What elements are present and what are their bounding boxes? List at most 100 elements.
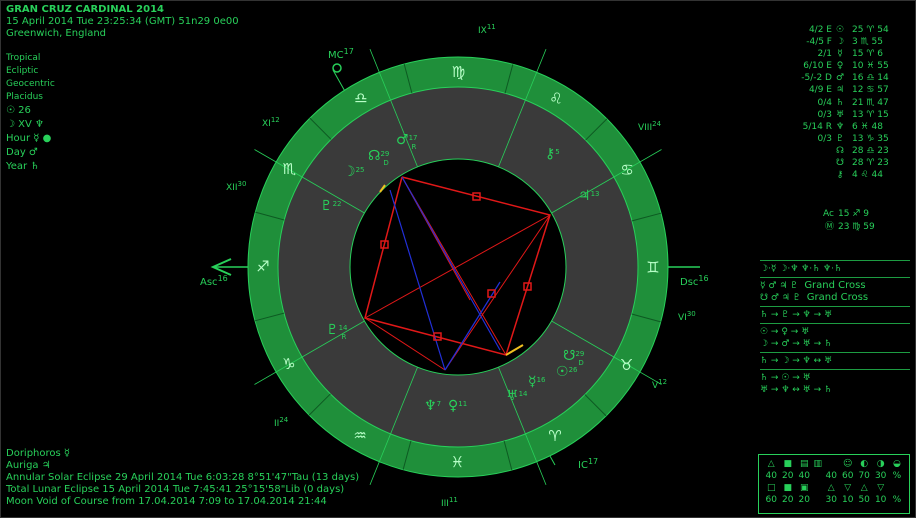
planet-position-row: 4/2 E ☉ 25 ♈ 54 (790, 24, 910, 36)
aspect-pattern: ☋ ♂ ♃ ♇ Grand Cross (760, 292, 910, 304)
position-cell: ☊ (836, 145, 844, 156)
fixed-star-info: Doriphoros ☿ (6, 448, 71, 459)
stats-cell: △ (767, 459, 775, 469)
pattern-planets: ☋ ♂ ♃ ♇ (760, 293, 801, 303)
zodiac-sign-glyph: ♒ (353, 427, 366, 445)
constellation-info: Auriga ♃ (6, 460, 51, 471)
zodiac-sign-glyph: ♏ (283, 160, 297, 178)
position-cell: 10 ♓ 55 (852, 61, 889, 72)
position-cell: 0/3 (817, 133, 832, 144)
position-cell: 4/2 E (808, 25, 832, 35)
position-cell: ♄ (835, 97, 845, 108)
stats-cell (812, 470, 823, 482)
position-cell: 15 ♈ 6 (852, 49, 883, 60)
stats-cell: 30 (825, 495, 837, 505)
stats-cell: □ (766, 483, 776, 493)
chart-wheel[interactable]: ♈ ♉ ♊ ♋ ♌ ♍ ♎ ♏ ♐ ♑ ♒ ♓ Asc16 Dsc16 MC17 IC17 II24 I… (0, 0, 760, 518)
aspect-chain: ☉ → ♀ → ♅ (760, 327, 810, 337)
stats-cell: % (892, 495, 902, 505)
stats-row: □ ■ ▣ △ ▽ △ ▽ (763, 482, 905, 494)
zodiac-sign-glyph: ♍ (452, 63, 465, 81)
zodiac-sign-glyph: ♊ (646, 259, 659, 277)
divider (760, 277, 910, 278)
position-cell: 3 ♏ 55 (852, 37, 883, 48)
position-cell: ♆ (835, 121, 845, 132)
position-cell: -4/5 F (806, 37, 832, 48)
planet-position-row: -4/5 F ☽ 3 ♏ 55 (790, 36, 910, 48)
aspect-chain: ♄ → ☉ → ♅ (760, 373, 811, 383)
position-cell: Ⓜ (824, 222, 834, 232)
position-cell: 21 ♏ 47 (852, 97, 889, 108)
stats-cell: 40 (825, 471, 837, 481)
divider (760, 369, 910, 370)
position-cell (790, 169, 832, 181)
element-modality-stats: △ ■ ▤ ▥ ☺ ◐ ◑ ◒ 40 20 40 40 60 70 30% □ ■ ▣ △ ▽ △ ▽ 60 20 20 30 10… (758, 454, 910, 514)
zodiac-sign-glyph: ♉ (620, 356, 633, 374)
position-cell: 5/14 R (802, 121, 832, 132)
mc-label: MC17 (328, 47, 354, 61)
stats-row: △ ■ ▤ ▥ ☺ ◐ ◑ ◒ (763, 458, 905, 470)
ic-label: IC17 (578, 457, 598, 471)
stats-cell: ◑ (876, 459, 885, 469)
stats-cell: ▽ (844, 483, 852, 493)
position-cell: 25 ♈ 54 (852, 25, 889, 35)
chart-footer: Doriphoros ☿ Auriga ♃ Annular Solar Ecli… (6, 448, 359, 508)
position-cell: 23 ♍ 59 (838, 222, 875, 232)
divider (760, 260, 910, 261)
stats-cell (823, 458, 839, 470)
aspect-chain: ♄ → ♇ → ♆ → ♅ (760, 310, 833, 320)
divider (760, 352, 910, 353)
position-cell: 28 ♈ 23 (852, 158, 889, 169)
position-cell: 2/1 (817, 49, 832, 60)
pattern-list: ☿ ♂ ♃ ♇ Grand Cross ☋ ♂ ♃ ♇ Grand Cross (760, 280, 910, 304)
house-number-label: II24 (274, 416, 289, 429)
moon-void-info: Moon Void of Course from 17.04.2014 7:09… (6, 496, 327, 507)
position-cell: 28 ♎ 23 (852, 145, 889, 156)
stats-cell: 40 (765, 471, 777, 481)
stats-cell: 30 (874, 471, 887, 481)
position-cell: 12 ♋ 57 (852, 85, 889, 96)
planet-position-row: ☊ 28 ♎ 23 (790, 145, 910, 157)
position-cell (790, 157, 832, 169)
position-cell: 0/3 (817, 109, 832, 120)
house-number-label: III11 (441, 496, 458, 509)
position-cell: 6 ♓ 48 (852, 121, 883, 132)
stats-cell: ◒ (893, 459, 901, 469)
stats-cell: 20 (782, 495, 794, 505)
stats-cell: △ (860, 483, 868, 493)
house-number-label: VIII24 (638, 120, 662, 133)
position-cell: Ac (823, 209, 834, 219)
stats-cell: ☺ (843, 459, 853, 469)
divider (760, 306, 910, 307)
stats-cell: 50 (858, 495, 870, 505)
stats-cell: 40 (798, 471, 810, 481)
stats-cell: ▽ (877, 483, 885, 493)
divider (760, 323, 910, 324)
stats-cell (812, 482, 823, 494)
position-cell: 4/9 E (808, 85, 832, 96)
stats-cell: ▤ (799, 459, 809, 469)
zodiac-sign-glyph: ♑ (282, 355, 295, 373)
stats-cell: ▥ (813, 459, 822, 469)
position-cell: 16 ♎ 14 (852, 73, 889, 84)
position-cell: ⚷ (836, 170, 844, 181)
position-cell: ☋ (836, 158, 844, 169)
planet-position-row: 5/14 R ♆ 6 ♓ 48 (790, 121, 910, 133)
stats-cell: ■ (783, 459, 792, 469)
planet-position-row: 4/9 E ♃ 12 ♋ 57 (790, 84, 910, 96)
aspect-row: ☽·☿ ☽·♆ ♆·♄ ♆·♄ (760, 264, 843, 274)
aspect-chain: ♅ → ♆ ↔ ♅ → ♄ (760, 385, 833, 395)
zodiac-sign-glyph: ♋ (620, 161, 633, 179)
planet-position-row: ☋ 28 ♈ 23 (790, 157, 910, 169)
angle-position-row: Ac 15 ♐ 9 (820, 208, 896, 221)
position-cell: 15 ♐ 9 (838, 209, 869, 219)
position-cell: 13 ♈ 15 (852, 109, 889, 120)
aspect-patterns-panel: ☽·☿ ☽·♆ ♆·♄ ♆·♄ ☿ ♂ ♃ ♇ Grand Cross ☋ ♂ ♃ … (760, 258, 910, 396)
house-number-label: VI30 (678, 310, 696, 323)
stats-cell (889, 482, 905, 494)
aspect-pattern: ☿ ♂ ♃ ♇ Grand Cross (760, 280, 910, 292)
stats-cell (812, 494, 823, 506)
position-cell: ♇ (835, 133, 845, 144)
position-cell: ♃ (835, 85, 845, 96)
aspect-chain: ♄ → ☽ → ♆ ↔ ♅ (760, 356, 833, 366)
